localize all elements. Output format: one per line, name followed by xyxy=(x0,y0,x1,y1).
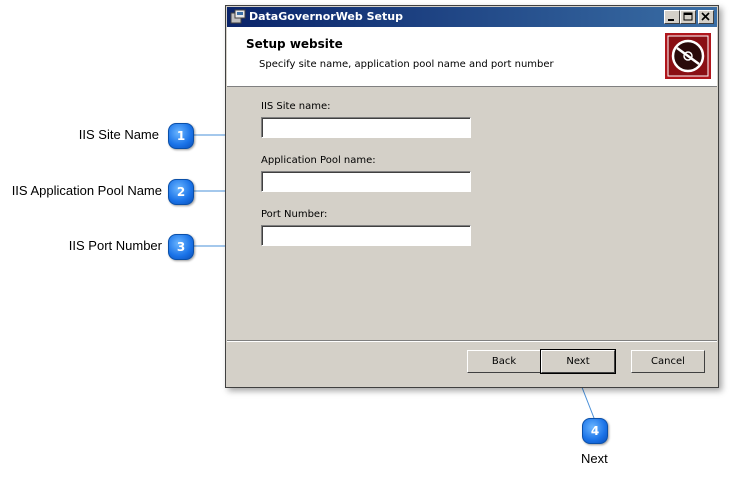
installer-icon xyxy=(230,9,246,24)
back-button[interactable]: Back xyxy=(467,350,541,373)
title-bar[interactable]: DataGovernorWeb Setup xyxy=(227,7,717,27)
callout-2-label: IIS Application Pool Name xyxy=(11,183,162,198)
app-pool-name-label: Application Pool name: xyxy=(261,155,376,166)
page-title: Setup website xyxy=(246,37,343,51)
maximize-icon xyxy=(683,12,693,21)
callout-3-badge: 3 xyxy=(168,234,194,260)
callout-4-badge: 4 xyxy=(582,418,608,444)
callout-1-badge: 1 xyxy=(168,123,194,149)
app-pool-name-input[interactable] xyxy=(261,171,471,192)
callout-2-badge: 2 xyxy=(168,179,194,205)
next-button[interactable]: Next xyxy=(540,349,616,374)
page-subtitle: Specify site name, application pool name… xyxy=(259,59,554,70)
close-button[interactable] xyxy=(698,10,714,24)
no-entry-disc-icon xyxy=(665,33,711,79)
window-title: DataGovernorWeb Setup xyxy=(249,10,403,23)
callout-4-label: Next xyxy=(581,451,608,466)
minimize-button[interactable] xyxy=(664,10,680,24)
setup-dialog: DataGovernorWeb Setup Setup website Spec… xyxy=(225,5,719,388)
port-number-input[interactable] xyxy=(261,225,471,246)
callout-3-label: IIS Port Number xyxy=(68,238,162,253)
close-icon xyxy=(701,12,710,21)
minimize-icon xyxy=(668,19,674,21)
callout-1-label: IIS Site Name xyxy=(78,127,159,142)
site-name-input[interactable] xyxy=(261,117,471,138)
port-number-label: Port Number: xyxy=(261,209,328,220)
footer-divider xyxy=(227,340,717,342)
wizard-header: Setup website Specify site name, applica… xyxy=(227,27,717,87)
maximize-button[interactable] xyxy=(680,10,696,24)
cancel-button[interactable]: Cancel xyxy=(631,350,705,373)
site-name-label: IIS Site name: xyxy=(261,101,331,112)
